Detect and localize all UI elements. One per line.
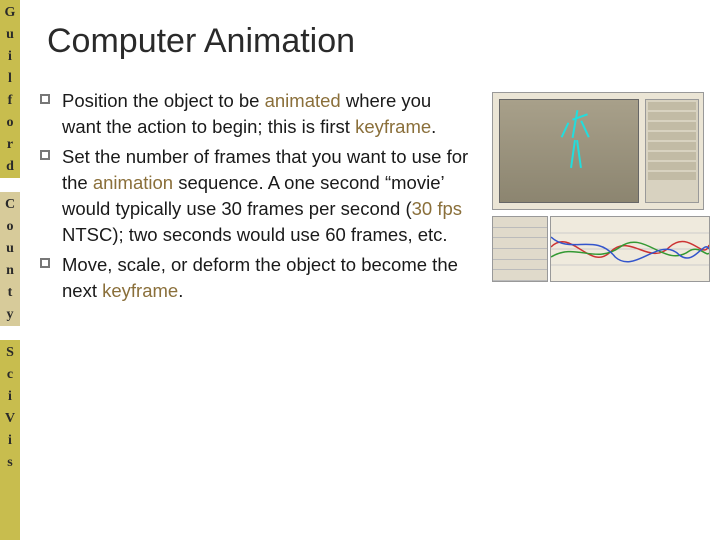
highlight-term: keyframe (355, 116, 431, 137)
sidebar-gap (0, 178, 20, 192)
sidebar-letter: S (6, 342, 14, 364)
channel-list (492, 216, 548, 282)
graph-panel (550, 216, 710, 282)
sidebar-letter: G (5, 2, 16, 24)
text-run: Position the object to be (62, 90, 265, 111)
sidebar-letter: o (7, 112, 14, 134)
sidebar-letter: i (8, 386, 12, 408)
highlight-term: keyframe (102, 280, 178, 301)
text-run: . (431, 116, 436, 137)
sidebar-letter: d (6, 156, 14, 178)
bullet-text: Move, scale, or deform the object to bec… (62, 252, 472, 304)
skeleton-figure (562, 110, 592, 192)
thumb-3d-viewport (492, 92, 704, 210)
bullet-item: Position the object to be animated where… (40, 88, 472, 140)
highlight-term: animation (93, 172, 173, 193)
text-run: . (178, 280, 183, 301)
sidebar-letter: y (7, 304, 14, 326)
properties-panel (645, 99, 699, 203)
sidebar-letter: i (8, 430, 12, 452)
square-bullet-icon (40, 94, 50, 104)
bullet-item: Set the number of frames that you want t… (40, 144, 472, 248)
bullet-text: Position the object to be animated where… (62, 88, 472, 140)
sidebar-letter: n (6, 260, 14, 282)
sidebar-letter: c (7, 364, 13, 386)
sidebar-letter: r (7, 134, 13, 156)
bullet-item: Move, scale, or deform the object to bec… (40, 252, 472, 304)
sidebar-letter: u (6, 24, 14, 46)
sidebar-gap (0, 326, 20, 340)
bullet-list: Position the object to be animated where… (40, 88, 472, 308)
text-run: NTSC); two seconds would use 60 frames, … (62, 224, 448, 245)
sidebar-letter: V (5, 408, 15, 430)
square-bullet-icon (40, 258, 50, 268)
highlight-term: animated (265, 90, 341, 111)
thumb-curve-editor (492, 216, 710, 282)
sidebar-word-county: County (0, 192, 20, 326)
bullet-text: Set the number of frames that you want t… (62, 144, 472, 248)
vertical-brand-sidebar: Guilford County SciVis (0, 0, 20, 540)
illustration-thumbnails (492, 92, 710, 282)
square-bullet-icon (40, 150, 50, 160)
sidebar-letter: i (8, 46, 12, 68)
highlight-term: 30 fps (412, 198, 462, 219)
sidebar-word-guilford: Guilford (0, 0, 20, 178)
sidebar-letter: C (5, 194, 15, 216)
viewport-panel (499, 99, 639, 203)
sidebar-letter: o (7, 216, 14, 238)
sidebar-letter: l (8, 68, 12, 90)
sidebar-word-scivis: SciVis (0, 340, 20, 540)
sidebar-letter: f (8, 90, 13, 112)
slide-title: Computer Animation (47, 22, 355, 61)
sidebar-letter: u (6, 238, 14, 260)
sidebar-letter: s (7, 452, 12, 474)
sidebar-letter: t (8, 282, 13, 304)
